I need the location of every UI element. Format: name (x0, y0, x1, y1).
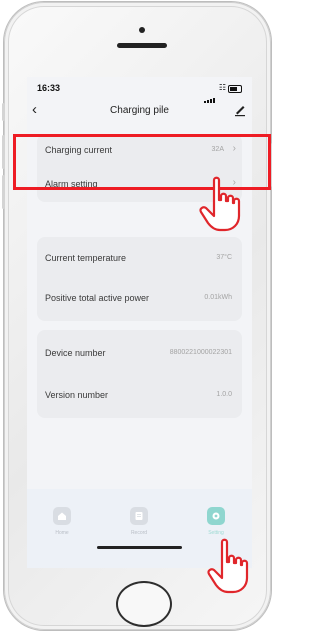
row-value: 37°C (216, 254, 232, 261)
total-active-power-row: Positive total active power 0.01kWh (37, 282, 242, 316)
tab-label: Setting (208, 530, 224, 536)
mute-switch (2, 103, 5, 121)
row-label: Device number (45, 348, 106, 358)
row-value: 1.0.0 (216, 391, 232, 398)
home-button[interactable] (116, 581, 172, 627)
status-time: 16:33 (37, 83, 61, 93)
version-number-row: Version number 1.0.0 (37, 379, 242, 413)
settings-group-readings: Current temperature 37°C Positive total … (37, 237, 242, 321)
row-label: Positive total active power (45, 293, 150, 303)
current-temperature-row: Current temperature 37°C (37, 242, 242, 276)
status-bar: 16:33 ☷ (27, 77, 252, 103)
tab-record[interactable]: Record (119, 507, 159, 547)
tab-label: Record (130, 530, 148, 536)
row-value: 0.01kWh (204, 294, 232, 301)
page-title: Charging pile (110, 105, 169, 116)
row-value: 8800221000022301 (169, 349, 232, 356)
home-icon (53, 507, 71, 525)
record-icon (130, 507, 148, 525)
home-indicator (97, 546, 182, 549)
tab-label: Home (55, 530, 69, 536)
pointing-hand-icon (207, 538, 249, 594)
volume-down-button (2, 175, 5, 209)
pointing-hand-icon (199, 176, 241, 232)
row-label: Version number (45, 390, 109, 400)
edit-icon[interactable] (233, 103, 247, 117)
wifi-icon: ☷ (218, 83, 226, 92)
settings-group-device: Device number 8800221000022301 Version n… (37, 330, 242, 418)
battery-icon (228, 85, 242, 93)
row-label: Current temperature (45, 253, 127, 263)
gear-icon (207, 507, 225, 525)
navigation-bar: ‹ Charging pile (27, 99, 252, 125)
earpiece-speaker (117, 43, 167, 48)
volume-up-button (2, 135, 5, 169)
tab-home[interactable]: Home (42, 507, 82, 547)
front-camera (139, 27, 145, 33)
device-number-row: Device number 8800221000022301 (37, 337, 242, 371)
